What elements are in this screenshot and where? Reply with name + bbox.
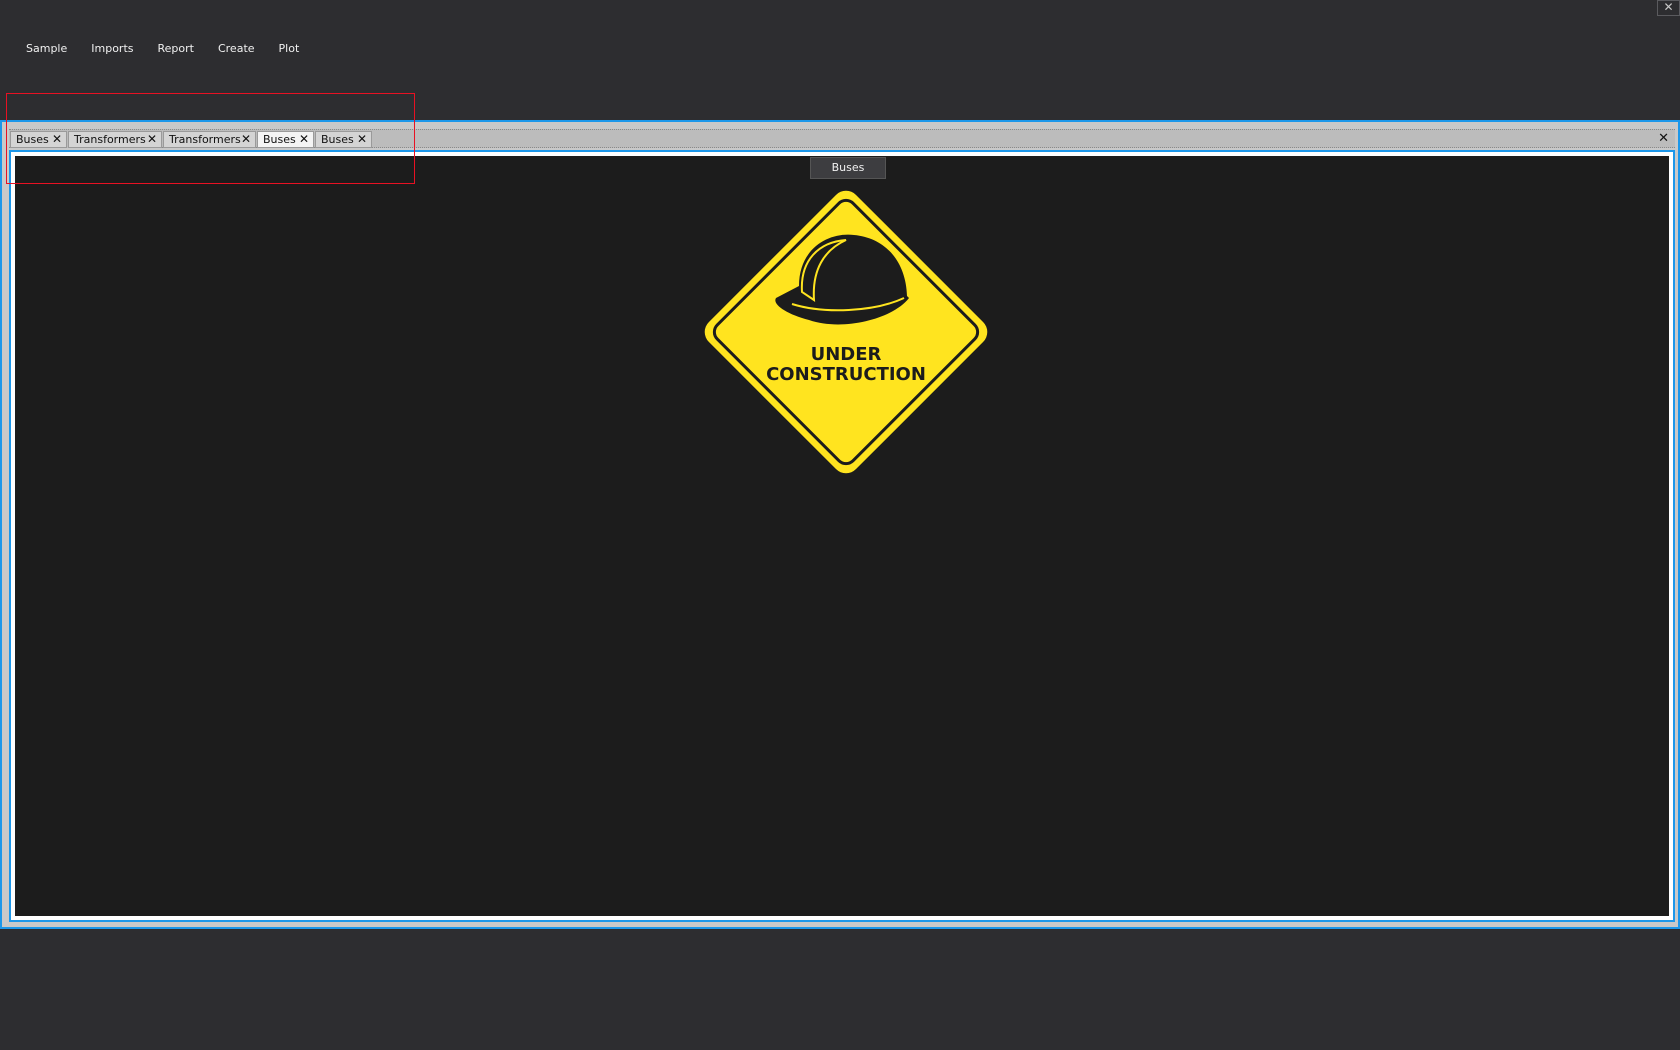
tab-close-icon[interactable]: ✕ [52,132,62,147]
menubar: Sample Imports Report Create Plot [14,36,311,60]
hard-hat-icon [704,190,988,474]
close-all-icon[interactable]: ✕ [1658,130,1669,147]
tab-transformers-2[interactable]: Transformers ✕ [163,131,256,148]
document-dock: Buses ✕ Transformers ✕ Transformers ✕ Bu… [0,120,1680,929]
window-close-button[interactable]: ✕ [1657,0,1680,16]
menu-plot[interactable]: Plot [267,38,312,59]
tab-buses-1[interactable]: Buses ✕ [10,131,67,148]
tab-buses-2-active[interactable]: Buses ✕ [257,131,314,148]
tab-strip: Buses ✕ Transformers ✕ Transformers ✕ Bu… [9,129,1675,148]
menu-create[interactable]: Create [206,38,267,59]
menu-sample[interactable]: Sample [14,38,79,59]
tab-buses-3[interactable]: Buses ✕ [315,131,372,148]
tab-close-icon[interactable]: ✕ [241,132,251,147]
sign-line-1: UNDER [811,344,882,365]
tab-label: Transformers [74,133,146,146]
document-panel: Buses UNDER CONSTRUCTION [9,150,1675,922]
tab-close-icon[interactable]: ✕ [357,132,367,147]
tab-close-icon[interactable]: ✕ [147,132,157,147]
tab-close-icon[interactable]: ✕ [299,132,309,147]
sign-line-2: CONSTRUCTION [766,364,926,385]
menu-imports[interactable]: Imports [79,38,145,59]
view-title: Buses [810,157,886,179]
tab-label: Buses [321,133,354,146]
document-content: Buses UNDER CONSTRUCTION [15,156,1669,916]
tab-transformers-1[interactable]: Transformers ✕ [68,131,162,148]
tab-label: Buses [263,133,296,146]
under-construction-sign: UNDER CONSTRUCTION [704,190,988,474]
menu-report[interactable]: Report [146,38,206,59]
tab-label: Transformers [169,133,241,146]
tab-label: Buses [16,133,49,146]
